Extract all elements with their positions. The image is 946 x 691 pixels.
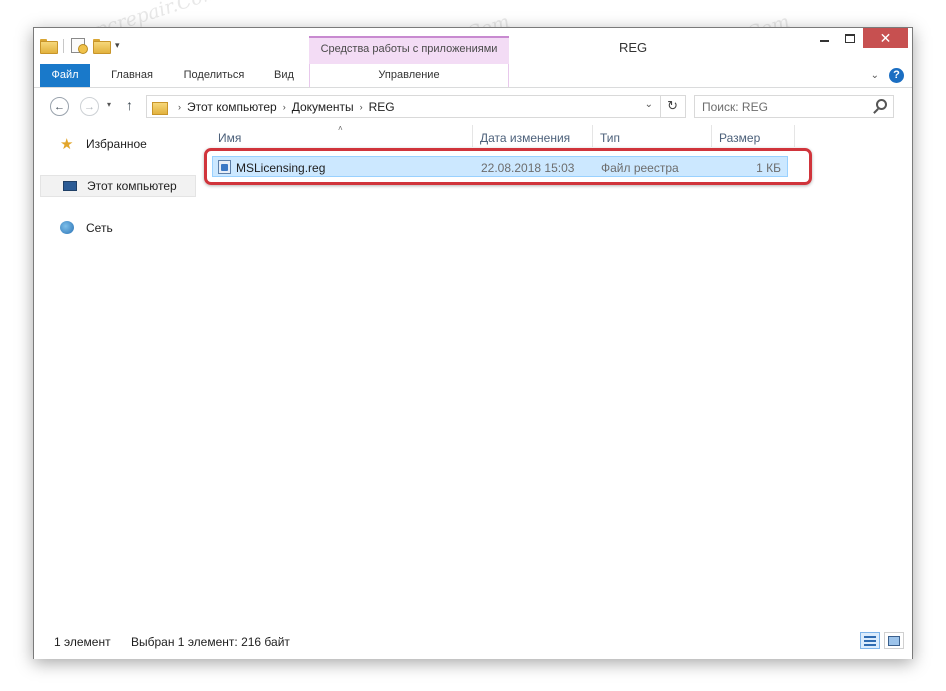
- forward-button[interactable]: →: [80, 97, 99, 116]
- address-dropdown-icon[interactable]: ⌄: [645, 99, 653, 110]
- recent-locations-dropdown-icon[interactable]: ▾: [107, 100, 111, 109]
- file-size: 1 КБ: [756, 161, 781, 175]
- sidebar-item-this-pc[interactable]: Этот компьютер: [40, 175, 196, 197]
- close-button[interactable]: ✕: [863, 28, 908, 48]
- title-bar: ▾ Средства работы с приложениями REG ✕: [34, 28, 912, 64]
- column-header-date[interactable]: Дата изменения: [480, 131, 570, 145]
- tab-view[interactable]: Вид: [264, 64, 304, 87]
- ribbon-tabs: Файл Главная Поделиться Вид Управление ⌄…: [34, 64, 912, 88]
- column-header-size[interactable]: Размер: [719, 131, 760, 145]
- network-icon: [60, 221, 74, 234]
- column-divider[interactable]: [472, 125, 473, 147]
- help-icon[interactable]: ?: [889, 68, 904, 83]
- navigation-pane: ★ Избранное Этот компьютер Сеть: [34, 123, 199, 625]
- forward-arrow-icon: →: [84, 100, 95, 113]
- tab-manage[interactable]: Управление: [309, 64, 509, 87]
- tab-file[interactable]: Файл: [40, 64, 90, 87]
- folder-icon[interactable]: [40, 39, 58, 54]
- column-header-name[interactable]: Имя: [218, 131, 241, 145]
- file-date: 22.08.2018 15:03: [481, 161, 575, 175]
- new-folder-icon[interactable]: [93, 39, 111, 54]
- search-icon[interactable]: [876, 99, 887, 110]
- search-placeholder: Поиск: REG: [702, 99, 768, 114]
- breadcrumb-separator[interactable]: ›: [283, 102, 286, 112]
- explorer-window: ▾ Средства работы с приложениями REG ✕ Ф…: [33, 27, 913, 659]
- sidebar-item-network[interactable]: Сеть: [40, 217, 196, 239]
- minimize-button[interactable]: [811, 28, 837, 48]
- column-divider[interactable]: [592, 125, 593, 147]
- file-list: ˄ Имя Дата изменения Тип Размер MSLicens…: [204, 123, 912, 625]
- window-controls: ✕: [811, 28, 908, 48]
- large-icons-view-button[interactable]: [884, 632, 904, 649]
- file-name: MSLicensing.reg: [236, 161, 326, 175]
- breadcrumb-reg[interactable]: REG: [369, 100, 395, 114]
- search-input[interactable]: Поиск: REG: [694, 95, 894, 118]
- breadcrumb-documents[interactable]: Документы: [292, 100, 354, 114]
- tab-home[interactable]: Главная: [102, 64, 162, 87]
- back-button[interactable]: ←: [50, 97, 69, 116]
- column-divider[interactable]: [794, 125, 795, 147]
- large-icons-view-icon: [888, 635, 900, 646]
- close-icon: ✕: [879, 29, 892, 46]
- column-header-type[interactable]: Тип: [600, 131, 620, 145]
- expand-ribbon-icon[interactable]: ⌄: [871, 70, 879, 81]
- view-switcher: [860, 632, 904, 649]
- address-bar[interactable]: › Этот компьютер › Документы › REG ⌄ ↻: [146, 95, 686, 118]
- quick-access-toolbar: ▾: [40, 38, 120, 54]
- status-bar: 1 элемент Выбран 1 элемент: 216 байт: [34, 625, 912, 659]
- maximize-button[interactable]: [837, 28, 863, 48]
- minimize-icon: [819, 40, 829, 42]
- ribbon-controls: ⌄ ?: [871, 68, 904, 83]
- sidebar-item-label: Сеть: [86, 221, 113, 235]
- sort-ascending-icon: ˄: [338, 124, 343, 133]
- maximize-icon: [845, 33, 855, 43]
- details-view-icon: [864, 635, 876, 646]
- breadcrumb-separator[interactable]: ›: [178, 102, 181, 112]
- selection-info: Выбран 1 элемент: 216 байт: [131, 635, 290, 649]
- toolbar-divider: [63, 38, 64, 53]
- properties-icon[interactable]: [71, 38, 88, 54]
- address-divider: [660, 96, 661, 117]
- customize-toolbar-dropdown-icon[interactable]: ▾: [115, 40, 120, 51]
- back-arrow-icon: ←: [54, 100, 65, 113]
- item-count: 1 элемент: [54, 635, 111, 649]
- sidebar-item-label: Избранное: [86, 137, 147, 151]
- window-title: REG: [619, 40, 648, 55]
- sidebar-item-favorites[interactable]: ★ Избранное: [40, 133, 196, 155]
- sidebar-item-label: Этот компьютер: [87, 179, 177, 193]
- breadcrumb-separator[interactable]: ›: [360, 102, 363, 112]
- file-type: Файл реестра: [601, 161, 679, 175]
- table-row[interactable]: MSLicensing.reg 22.08.2018 15:03 Файл ре…: [212, 156, 788, 177]
- folder-icon: [152, 101, 168, 115]
- context-tab-group-title: Средства работы с приложениями: [309, 36, 509, 64]
- computer-icon: [63, 181, 77, 191]
- refresh-icon[interactable]: ↻: [667, 98, 678, 114]
- registry-file-icon: [218, 160, 231, 174]
- details-view-button[interactable]: [860, 632, 880, 649]
- column-divider[interactable]: [711, 125, 712, 147]
- navigation-bar: ← → ▾ ↑ › Этот компьютер › Документы › R…: [34, 89, 912, 123]
- breadcrumb-this-pc[interactable]: Этот компьютер: [187, 100, 277, 114]
- star-icon: ★: [60, 136, 74, 153]
- column-headers: ˄ Имя Дата изменения Тип Размер: [204, 123, 912, 149]
- up-button[interactable]: ↑: [126, 97, 133, 113]
- tab-share[interactable]: Поделиться: [174, 64, 254, 87]
